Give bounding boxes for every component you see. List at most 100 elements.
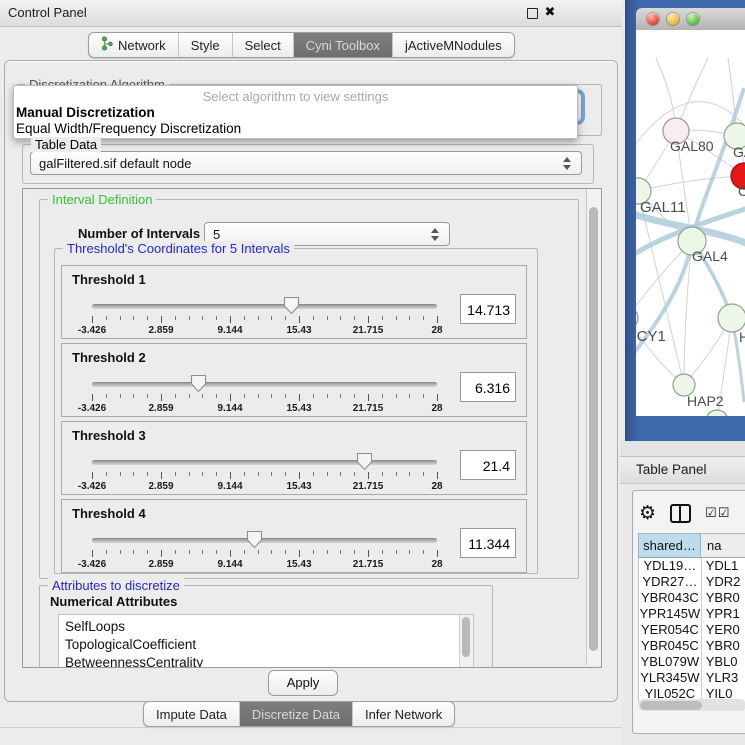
cell-name[interactable]: YLR3 xyxy=(702,670,745,686)
tick-mark xyxy=(382,316,383,320)
tick-mark xyxy=(133,394,134,398)
checkbox-icon[interactable]: ☑ xyxy=(718,506,730,521)
column-header-shared[interactable]: shared… xyxy=(639,534,701,557)
cell-name[interactable]: YER0 xyxy=(702,622,745,638)
thresholds-group: Threshold's Coordinates for 5 Intervals … xyxy=(54,248,538,574)
threshold-slider[interactable]: -3.4262.8599.14415.4321.71528 xyxy=(92,300,437,334)
scale-tick-label: 2.859 xyxy=(148,481,173,492)
cell-shared-name[interactable]: YLR345W xyxy=(639,670,702,686)
node-gcy1[interactable] xyxy=(636,307,638,329)
cell-shared-name[interactable]: YPR145W xyxy=(639,606,702,622)
table-row[interactable]: YDL19…YDL1 xyxy=(639,558,745,574)
table-hscrollbar[interactable] xyxy=(638,699,745,711)
tab-network[interactable]: Network xyxy=(89,33,179,57)
node-partial-bottom[interactable] xyxy=(706,410,728,416)
close-icon[interactable]: ✖ xyxy=(544,6,556,18)
mac-zoom-button[interactable] xyxy=(687,13,699,25)
apply-button[interactable]: Apply xyxy=(268,670,338,696)
threshold-label: Threshold 1 xyxy=(72,272,146,287)
scale-tick-label: 9.144 xyxy=(217,559,242,570)
attributes-scrollbar[interactable] xyxy=(459,615,473,668)
tab-jactivemnodules[interactable]: jActiveMNodules xyxy=(393,33,514,57)
settings-scrollbar[interactable] xyxy=(586,189,601,665)
table-row[interactable]: YDR27…YDR2 xyxy=(639,574,745,590)
threshold-slider[interactable]: -3.4262.8599.14415.4321.71528 xyxy=(92,534,437,568)
float-window-icon[interactable] xyxy=(527,8,538,19)
tab-cyni-toolbox[interactable]: Cyni Toolbox xyxy=(294,33,393,57)
cell-name[interactable]: YDL1 xyxy=(702,558,745,574)
table-data-label: Table Data xyxy=(31,137,101,152)
cell-name[interactable]: YBR0 xyxy=(702,638,745,654)
tab-select[interactable]: Select xyxy=(233,33,294,57)
tick-mark xyxy=(120,394,121,398)
tab-impute-data[interactable]: Impute Data xyxy=(144,702,240,726)
slider-track[interactable] xyxy=(92,460,437,465)
scrollbar-thumb[interactable] xyxy=(589,207,598,651)
threshold-value-field[interactable]: 21.4 xyxy=(460,450,516,480)
table-data-combobox[interactable]: galFiltered.sif default node xyxy=(30,151,582,175)
tick-mark xyxy=(133,550,134,554)
gear-icon[interactable]: ⚙ xyxy=(639,502,656,524)
threshold-value-field[interactable]: 14.713 xyxy=(460,294,516,324)
tab-discretize-data[interactable]: Discretize Data xyxy=(240,702,353,726)
mac-minimize-button[interactable] xyxy=(667,13,679,25)
cell-shared-name[interactable]: YDL19… xyxy=(639,558,702,574)
cell-shared-name[interactable]: YBL079W xyxy=(639,654,702,670)
table-row[interactable]: YBL079WYBL0 xyxy=(639,654,745,670)
slider-scale-labels: -3.4262.8599.14415.4321.71528 xyxy=(92,559,437,571)
scale-tick-label: 28 xyxy=(431,325,442,336)
tick-mark xyxy=(258,394,259,398)
tick-mark xyxy=(133,316,134,320)
tick-mark xyxy=(396,550,397,554)
table-row[interactable]: YER054CYER0 xyxy=(639,622,745,638)
cell-shared-name[interactable]: YER054C xyxy=(639,622,702,638)
threshold-value-field[interactable]: 11.344 xyxy=(460,528,516,558)
tick-mark xyxy=(161,472,162,479)
tick-mark xyxy=(368,550,369,557)
tab-infer-network[interactable]: Infer Network xyxy=(353,702,454,726)
cell-name[interactable]: YPR1 xyxy=(702,606,745,622)
dropdown-option-manual[interactable]: Manual Discretization xyxy=(16,105,155,120)
tick-mark xyxy=(354,316,355,320)
table-row[interactable]: YLR345WYLR3 xyxy=(639,670,745,686)
tick-mark xyxy=(382,394,383,398)
scrollbar-thumb[interactable] xyxy=(462,617,470,657)
checkbox-icon[interactable]: ☑ xyxy=(705,506,717,521)
attribute-items: SelfLoopsTopologicalCoefficientBetweenne… xyxy=(59,615,473,668)
attribute-item[interactable]: BetweennessCentrality xyxy=(65,654,473,668)
table-data-value: galFiltered.sif default node xyxy=(39,156,191,171)
tick-mark xyxy=(92,394,93,401)
column-header-name[interactable]: na xyxy=(701,534,745,557)
threshold-slider[interactable]: -3.4262.8599.14415.4321.71528 xyxy=(92,456,437,490)
node-h[interactable] xyxy=(718,304,745,332)
slider-track[interactable] xyxy=(92,382,437,387)
table-row[interactable]: YBR043CYBR0 xyxy=(639,590,745,606)
mac-close-button[interactable] xyxy=(647,13,659,25)
threshold-stack: Threshold 1 -3.4262.8599.14415.4321.7152… xyxy=(55,265,527,577)
scrollbar-thumb[interactable] xyxy=(640,701,702,710)
dropdown-option-equal-width[interactable]: Equal Width/Frequency Discretization xyxy=(16,121,241,136)
cell-name[interactable]: YDR2 xyxy=(702,574,745,590)
network-canvas[interactable]: GAL80 GA C GAL11 GAL4 GCY1 H HAP2 xyxy=(636,30,745,416)
attribute-item[interactable]: SelfLoops xyxy=(65,618,473,636)
tick-mark xyxy=(216,316,217,320)
tick-mark xyxy=(120,316,121,320)
slider-track[interactable] xyxy=(92,304,437,309)
tick-mark xyxy=(216,472,217,476)
tick-mark xyxy=(437,394,438,401)
tab-style[interactable]: Style xyxy=(179,33,233,57)
cell-name[interactable]: YBL0 xyxy=(702,654,745,670)
cell-shared-name[interactable]: YBR045C xyxy=(639,638,702,654)
tick-mark xyxy=(368,316,369,323)
threshold-value-field[interactable]: 6.316 xyxy=(460,372,516,402)
cell-name[interactable]: YBR0 xyxy=(702,590,745,606)
split-columns-icon[interactable] xyxy=(670,504,691,523)
slider-track[interactable] xyxy=(92,538,437,543)
cell-shared-name[interactable]: YDR27… xyxy=(639,574,702,590)
table-row[interactable]: YPR145WYPR1 xyxy=(639,606,745,622)
table-row[interactable]: YBR045CYBR0 xyxy=(639,638,745,654)
attribute-item[interactable]: TopologicalCoefficient xyxy=(65,636,473,654)
scale-tick-label: 28 xyxy=(431,403,442,414)
cell-shared-name[interactable]: YBR043C xyxy=(639,590,702,606)
threshold-slider[interactable]: -3.4262.8599.14415.4321.71528 xyxy=(92,378,437,412)
